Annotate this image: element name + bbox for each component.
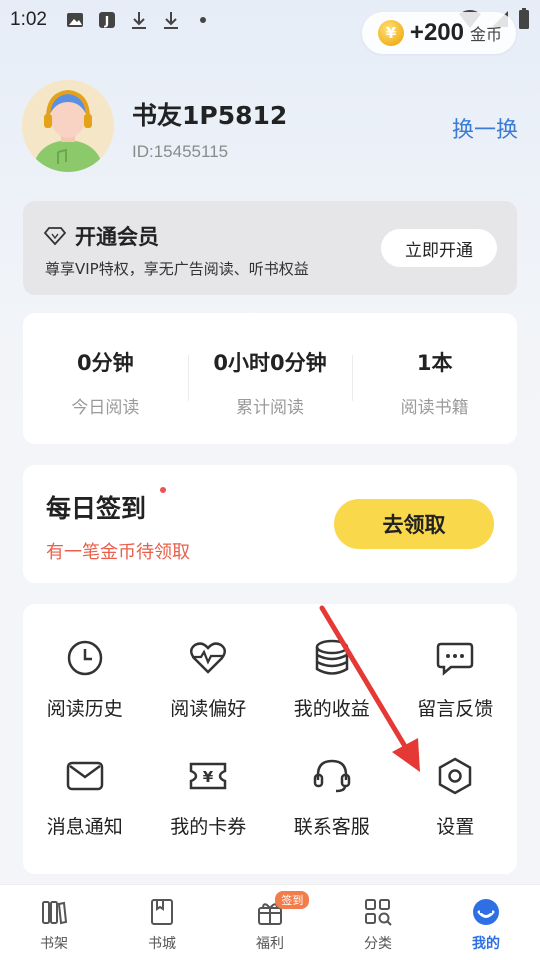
claim-reward-button[interactable]: 去领取: [334, 499, 494, 549]
stat-value: 1本: [416, 351, 453, 375]
username: 书友1P5812: [132, 101, 288, 130]
bookshelf-icon: [42, 901, 68, 925]
tab-label: 分类: [364, 936, 392, 952]
coin-amount: +200: [409, 19, 464, 46]
tab-bookshelf[interactable]: 书架: [0, 885, 108, 960]
vip-title: 开通会员: [75, 225, 159, 249]
menu-item-my-coupons[interactable]: ¥ 我的卡券: [147, 756, 271, 860]
book-icon: [151, 899, 173, 925]
stat-value: 0分钟: [77, 351, 134, 375]
tab-welfare[interactable]: 签到 福利: [216, 885, 324, 960]
mail-icon: [66, 761, 103, 791]
menu-item-notifications[interactable]: 消息通知: [23, 756, 147, 860]
tab-bookstore[interactable]: 书城: [108, 885, 216, 960]
stat-value: 0小时0分钟: [213, 351, 327, 375]
menu-label: 设置: [436, 816, 475, 838]
unread-dot: [160, 487, 166, 493]
more-dot-icon: [199, 17, 206, 23]
open-vip-button[interactable]: 立即开通: [381, 229, 497, 267]
stat-books-read: 1本 阅读书籍: [352, 313, 517, 444]
signin-subtitle: 有一笔金币待领取: [46, 542, 190, 563]
stat-total-reading: 0小时0分钟 累计阅读: [187, 313, 353, 444]
svg-text:¥: ¥: [203, 768, 214, 786]
signin-title: 每日签到: [46, 494, 147, 523]
clock-icon: [67, 640, 102, 676]
profile-icon: [473, 899, 499, 925]
download-icon: [163, 12, 178, 29]
tab-category[interactable]: 分类: [324, 885, 432, 960]
menu-label: 阅读历史: [46, 698, 123, 720]
stat-label: 累计阅读: [236, 398, 304, 418]
daily-signin-card: 每日签到 有一笔金币待领取 去领取: [23, 465, 517, 583]
coin-unit: 金币: [469, 25, 502, 44]
vip-description: 尊享VIP特权，享无广告阅读、听书权益: [45, 260, 309, 278]
download-icon: [131, 12, 146, 29]
reading-stats-card: 0分钟 今日阅读 0小时0分钟 累计阅读 1本 阅读书籍: [23, 313, 517, 444]
menu-label: 消息通知: [46, 816, 123, 838]
status-time: 1:02: [10, 9, 47, 30]
music-notification-icon: J: [98, 12, 115, 28]
tab-mine[interactable]: 我的: [432, 885, 540, 960]
tab-label: 福利: [256, 936, 284, 952]
signin-badge: 签到: [275, 891, 310, 909]
battery-icon: [519, 8, 529, 29]
profile-header: 书友1P5812 ID:15455115 换一换: [22, 80, 518, 176]
menu-label: 我的卡券: [170, 816, 247, 838]
function-menu-card: 阅读历史 阅读偏好 我的收益 留言反馈 消息通知 ¥ 我的卡券 联系客服 设置: [23, 604, 517, 874]
chat-bubble-icon: [437, 642, 474, 676]
annotation-arrow-icon: [319, 605, 420, 772]
tab-label: 书城: [148, 936, 176, 952]
svg-text:J: J: [104, 14, 109, 28]
vip-title-row: 开通会员: [43, 221, 159, 251]
menu-label: 阅读偏好: [170, 698, 247, 720]
menu-item-reading-preference[interactable]: 阅读偏好: [147, 638, 271, 742]
avatar[interactable]: [22, 80, 114, 172]
tab-label: 书架: [40, 936, 68, 952]
image-notification-icon: [66, 13, 83, 27]
vip-promo-card[interactable]: 开通会员 尊享VIP特权，享无广告阅读、听书权益 立即开通: [23, 201, 517, 295]
grid-search-icon: [365, 899, 392, 926]
avatar-illustration: [22, 80, 114, 172]
settings-hexagon-icon: [439, 757, 472, 795]
heart-pulse-icon: [190, 642, 227, 674]
stat-today-reading: 0分钟 今日阅读: [23, 313, 188, 444]
tab-label: 我的: [472, 936, 500, 952]
gold-coin-icon: ¥: [377, 20, 404, 46]
stat-label: 今日阅读: [71, 398, 140, 418]
stat-label: 阅读书籍: [400, 398, 469, 418]
menu-label: 联系客服: [293, 816, 370, 838]
switch-account-button[interactable]: 换一换: [452, 112, 518, 144]
coin-balance-pill[interactable]: ¥ +200 金币: [361, 12, 516, 54]
bottom-tab-bar: 书架 书城 签到 福利 分类 我的: [0, 884, 540, 960]
coupon-icon: ¥: [190, 762, 227, 790]
menu-item-reading-history[interactable]: 阅读历史: [23, 638, 147, 742]
diamond-icon: [43, 227, 67, 246]
user-id: ID:15455115: [132, 142, 229, 161]
